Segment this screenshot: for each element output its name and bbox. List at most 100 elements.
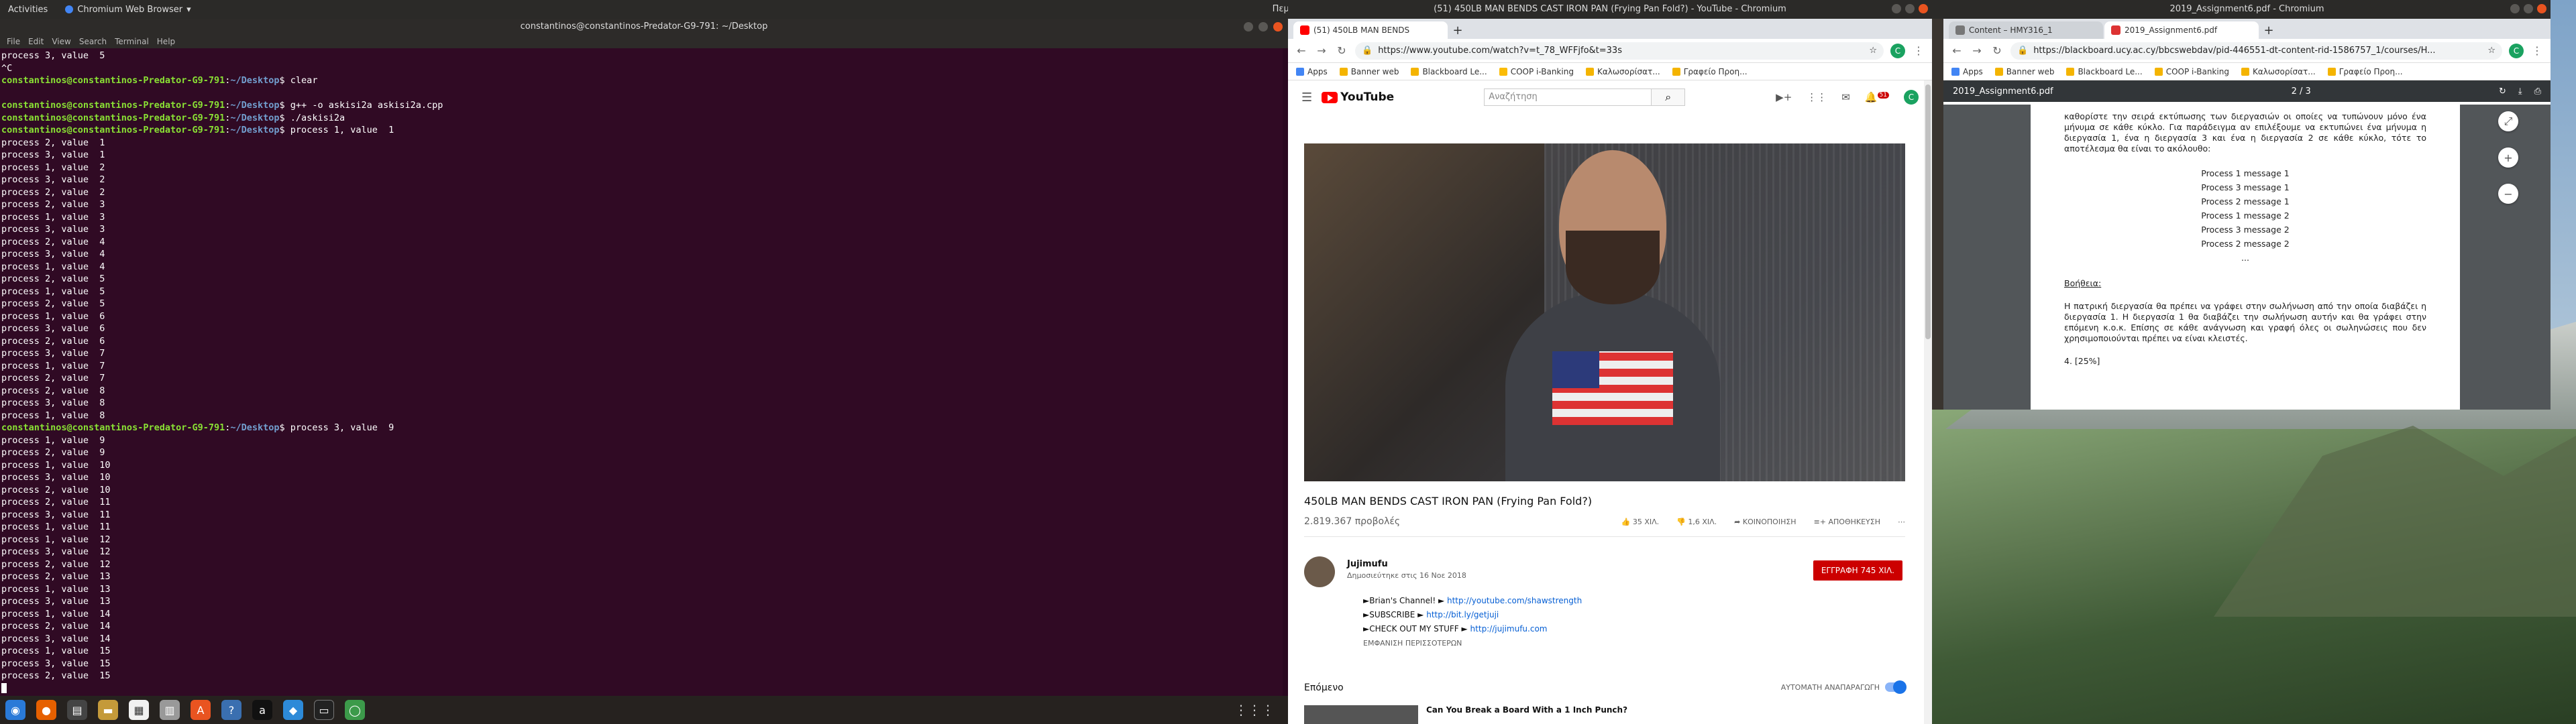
autoplay-toggle[interactable] <box>1885 680 1907 694</box>
minimize-icon[interactable] <box>1892 4 1901 13</box>
calc-launcher-icon[interactable]: ▥ <box>160 700 180 720</box>
like-button[interactable]: 👍 35 ΧΙΛ. <box>1621 518 1660 526</box>
forward-icon[interactable]: → <box>1970 44 1984 57</box>
up-next-thumbnail[interactable] <box>1304 705 1418 724</box>
bookmark-blackboard[interactable]: Blackboard Le... <box>2066 67 2143 76</box>
minimize-icon[interactable] <box>2510 4 2520 13</box>
bookmark-apps[interactable]: Apps <box>1951 67 1983 76</box>
address-bar[interactable]: 🔒 https://www.youtube.com/watch?v=t_78_WF… <box>1355 42 1884 60</box>
subscribe-button[interactable]: ΕΓΓΡΑΦΗ 745 ΧΙΛ. <box>1813 560 1902 581</box>
app-menu[interactable]: Chromium Web Browser ▾ <box>65 5 191 15</box>
hamburger-icon[interactable]: ☰ <box>1301 90 1312 105</box>
menu-edit[interactable]: Edit <box>28 37 44 46</box>
fit-page-icon[interactable]: ⤢ <box>2498 111 2518 131</box>
activities-button[interactable]: Activities <box>8 5 48 15</box>
save-button[interactable]: ≡+ ΑΠΟΘΗΚΕΥΣΗ <box>1814 518 1880 526</box>
video-player[interactable] <box>1304 143 1905 481</box>
up-next-title[interactable]: Can You Break a Board With a 1 Inch Punc… <box>1426 705 1627 724</box>
star-icon[interactable]: ☆ <box>2487 46 2496 56</box>
share-button[interactable]: ➦ ΚΟΙΝΟΠΟΙΗΣΗ <box>1734 518 1796 526</box>
page-scrollbar[interactable] <box>1924 80 1932 724</box>
profile-avatar[interactable]: C <box>2509 43 2524 58</box>
menu-help[interactable]: Help <box>157 37 175 46</box>
writer-launcher-icon[interactable]: ▦ <box>129 700 149 720</box>
messenger-launcher-icon[interactable]: ◆ <box>283 700 303 720</box>
bookmark-welcome[interactable]: Καλωσορίσατ... <box>2241 67 2316 76</box>
pdf-page-indicator[interactable]: 2 / 3 <box>2292 86 2311 97</box>
show-more-link[interactable]: ΕΜΦΑΝΙΣΗ ΠΕΡΙΣΣΟΤΕΡΩΝ <box>1363 636 1582 650</box>
profile-avatar[interactable]: C <box>1890 43 1905 58</box>
desc-link[interactable]: http://jujimufu.com <box>1470 624 1548 634</box>
bookmark-coop[interactable]: COOP i-Banking <box>1499 67 1574 76</box>
forward-icon[interactable]: → <box>1315 44 1328 57</box>
channel-avatar[interactable] <box>1304 556 1335 587</box>
menu-icon[interactable]: ⋮ <box>1912 44 1925 57</box>
youtube-logo[interactable]: YouTube <box>1322 90 1394 104</box>
search-icon[interactable]: ⌕ <box>1651 89 1685 105</box>
youtube-avatar[interactable]: C <box>1904 90 1919 105</box>
new-tab-button[interactable]: + <box>1449 21 1466 39</box>
up-next-item[interactable]: Can You Break a Board With a 1 Inch Punc… <box>1304 705 1627 724</box>
bookmark-banner[interactable]: Banner web <box>1339 67 1399 76</box>
new-tab-button[interactable]: + <box>2260 21 2277 39</box>
tab-content[interactable]: Content – HMY316_1 <box>1949 21 2103 39</box>
messages-icon[interactable]: ✉ <box>1841 91 1850 103</box>
zoom-out-icon[interactable]: − <box>2498 184 2518 204</box>
menu-view[interactable]: View <box>52 37 70 46</box>
zoom-in-icon[interactable]: + <box>2498 147 2518 168</box>
address-bar[interactable]: 🔒 https://blackboard.ucy.ac.cy/bbcswebdav… <box>2010 42 2502 60</box>
software-launcher-icon[interactable]: A <box>191 700 211 720</box>
amazon-launcher-icon[interactable]: a <box>252 700 272 720</box>
files-launcher-icon[interactable]: ▬ <box>98 700 118 720</box>
maximize-icon[interactable] <box>2524 4 2533 13</box>
bookmark-office[interactable]: Γραφείο Προη... <box>2327 67 2403 76</box>
bookmark-banner[interactable]: Banner web <box>1994 67 2054 76</box>
star-icon[interactable]: ☆ <box>1869 46 1877 56</box>
firefox-launcher-icon[interactable]: ● <box>36 700 56 720</box>
minimize-icon[interactable] <box>1244 22 1253 32</box>
terminal-scrollbar[interactable] <box>1283 48 1288 696</box>
create-video-icon[interactable]: ▶+ <box>1776 91 1792 103</box>
tab-youtube[interactable]: (51) 450LB MAN BENDS <box>1293 21 1448 39</box>
bookmark-office[interactable]: Γραφείο Προη... <box>1672 67 1748 76</box>
terminal2-launcher-icon[interactable]: ▭ <box>314 700 334 720</box>
close-icon[interactable] <box>2537 4 2546 13</box>
bookmark-welcome[interactable]: Καλωσορίσατ... <box>1585 67 1660 76</box>
dislike-button[interactable]: 👎 1,6 ΧΙΛ. <box>1676 518 1717 526</box>
terminal-launcher-icon[interactable]: ▤ <box>67 700 87 720</box>
tab-pdf[interactable]: 2019_Assignment6.pdf <box>2104 21 2259 39</box>
bookmark-coop[interactable]: COOP i-Banking <box>2154 67 2229 76</box>
pdf-browser-window[interactable]: 2019_Assignment6.pdf - Chromium Content … <box>1943 0 2551 410</box>
apps-grid-icon[interactable]: ⋮⋮ <box>1807 91 1827 103</box>
app-launcher-icon[interactable]: ◯ <box>345 700 365 720</box>
menu-search[interactable]: Search <box>79 37 107 46</box>
chromium-launcher-icon[interactable]: ◉ <box>5 700 25 720</box>
rotate-icon[interactable]: ↻ <box>2499 86 2506 97</box>
more-icon[interactable]: ⋯ <box>1898 518 1905 526</box>
terminal-window[interactable]: constantinos@constantinos-Predator-G9-79… <box>0 19 1288 696</box>
back-icon[interactable]: ← <box>1950 44 1964 57</box>
reload-icon[interactable]: ↻ <box>1335 44 1348 57</box>
menu-terminal[interactable]: Terminal <box>115 37 149 46</box>
desc-link[interactable]: http://bit.ly/getjuji <box>1426 610 1499 619</box>
download-icon[interactable]: ⤓ <box>2518 86 2522 97</box>
menu-icon[interactable]: ⋮ <box>2530 44 2544 57</box>
youtube-search-input[interactable]: Αναζήτηση <box>1485 89 1651 105</box>
maximize-icon[interactable] <box>1905 4 1915 13</box>
bookmark-apps[interactable]: Apps <box>1296 67 1328 76</box>
bookmark-blackboard[interactable]: Blackboard Le... <box>1411 67 1487 76</box>
pdf-viewer[interactable]: καθορίστε την σειρά εκτύπωσης των διεργα… <box>1943 105 2551 410</box>
close-icon[interactable] <box>1273 22 1283 32</box>
notifications-icon[interactable]: 🔔 51 <box>1865 91 1889 103</box>
channel-name[interactable]: Jujimufu <box>1347 559 1388 569</box>
print-icon[interactable]: ⎙ <box>2534 86 2541 97</box>
desc-link[interactable]: http://youtube.com/shawstrength <box>1447 596 1582 605</box>
maximize-icon[interactable] <box>1258 22 1268 32</box>
terminal-output[interactable]: process 3, value 5 ^C constantinos@constan… <box>0 48 1288 696</box>
back-icon[interactable]: ← <box>1295 44 1308 57</box>
reload-icon[interactable]: ↻ <box>1990 44 2004 57</box>
scrollbar-thumb[interactable] <box>1925 84 1931 339</box>
youtube-browser-window[interactable]: (51) 450LB MAN BENDS CAST IRON PAN (Fryi… <box>1288 0 1932 724</box>
help-launcher-icon[interactable]: ? <box>221 700 241 720</box>
menu-file[interactable]: File <box>7 37 20 46</box>
